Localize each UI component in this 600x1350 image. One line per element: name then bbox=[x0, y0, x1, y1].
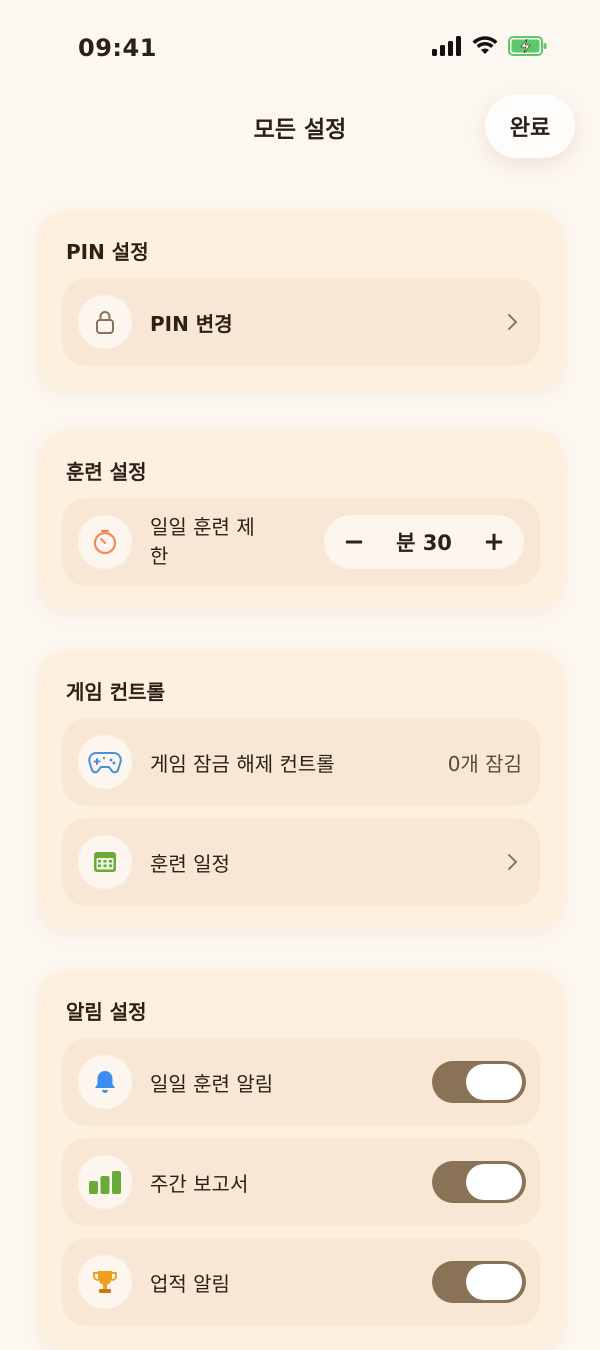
bar-chart-icon bbox=[78, 1155, 132, 1209]
weekly-report-label: 주간 보고서 bbox=[150, 1171, 249, 1196]
done-button[interactable]: 완료 bbox=[485, 94, 575, 158]
gamepad-icon bbox=[78, 735, 132, 789]
weekly-report-row: 주간 보고서 bbox=[62, 1138, 540, 1226]
toggle-knob bbox=[466, 1264, 522, 1300]
bell-icon bbox=[78, 1055, 132, 1109]
section-notifications: 알림 설정 일일 훈련 알림 주간 보고서 업적 알림 bbox=[38, 970, 564, 1350]
status-icons bbox=[432, 36, 548, 56]
daily-reminder-toggle[interactable] bbox=[432, 1061, 526, 1103]
timer-icon bbox=[78, 515, 132, 569]
status-bar: 09:41 bbox=[0, 0, 600, 96]
section-game-controls: 게임 컨트롤 게임 잠금 해제 컨트롤 0개 잠김 훈련 일정 bbox=[38, 650, 564, 930]
locked-count: 0개 잠김 bbox=[447, 751, 522, 776]
section-title-pin: PIN 설정 bbox=[66, 240, 149, 264]
section-title-notifications: 알림 설정 bbox=[66, 1000, 147, 1024]
daily-limit-stepper: − 분 30 + bbox=[324, 515, 524, 569]
increment-button[interactable]: + bbox=[482, 527, 506, 557]
trophy-icon bbox=[78, 1255, 132, 1309]
game-unlock-label: 게임 잠금 해제 컨트롤 bbox=[150, 751, 335, 776]
daily-limit-value: 분 30 bbox=[396, 531, 452, 555]
toggle-knob bbox=[466, 1064, 522, 1100]
toggle-knob bbox=[466, 1164, 522, 1200]
status-time: 09:41 bbox=[78, 34, 157, 62]
lock-icon bbox=[78, 295, 132, 349]
training-schedule-label: 훈련 일정 bbox=[150, 851, 230, 876]
change-pin-row[interactable]: PIN 변경 bbox=[62, 278, 540, 366]
game-unlock-row[interactable]: 게임 잠금 해제 컨트롤 0개 잠김 bbox=[62, 718, 540, 806]
wifi-icon bbox=[472, 36, 498, 54]
chevron-right-icon bbox=[508, 314, 517, 330]
achievement-label: 업적 알림 bbox=[150, 1271, 230, 1296]
section-pin: PIN 설정 PIN 변경 bbox=[38, 210, 564, 390]
daily-limit-row: 일일 훈련 제한 − 분 30 + bbox=[62, 498, 540, 586]
daily-limit-label: 일일 훈련 제한 bbox=[150, 515, 255, 568]
daily-reminder-label: 일일 훈련 알림 bbox=[150, 1071, 274, 1096]
section-training: 훈련 설정 일일 훈련 제한 − 분 30 + bbox=[38, 430, 564, 610]
weekly-report-toggle[interactable] bbox=[432, 1161, 526, 1203]
training-schedule-row[interactable]: 훈련 일정 bbox=[62, 818, 540, 906]
section-title-game: 게임 컨트롤 bbox=[66, 680, 165, 704]
change-pin-label: PIN 변경 bbox=[150, 311, 233, 336]
nav-bar: 모든 설정 완료 bbox=[0, 94, 600, 168]
chevron-right-icon bbox=[508, 854, 517, 870]
daily-reminder-row: 일일 훈련 알림 bbox=[62, 1038, 540, 1126]
decrement-button[interactable]: − bbox=[342, 527, 366, 557]
achievement-toggle[interactable] bbox=[432, 1261, 526, 1303]
achievement-row: 업적 알림 bbox=[62, 1238, 540, 1326]
calendar-icon bbox=[78, 835, 132, 889]
section-title-training: 훈련 설정 bbox=[66, 460, 147, 484]
cellular-signal-icon bbox=[432, 36, 461, 56]
battery-charging-icon bbox=[508, 36, 547, 56]
